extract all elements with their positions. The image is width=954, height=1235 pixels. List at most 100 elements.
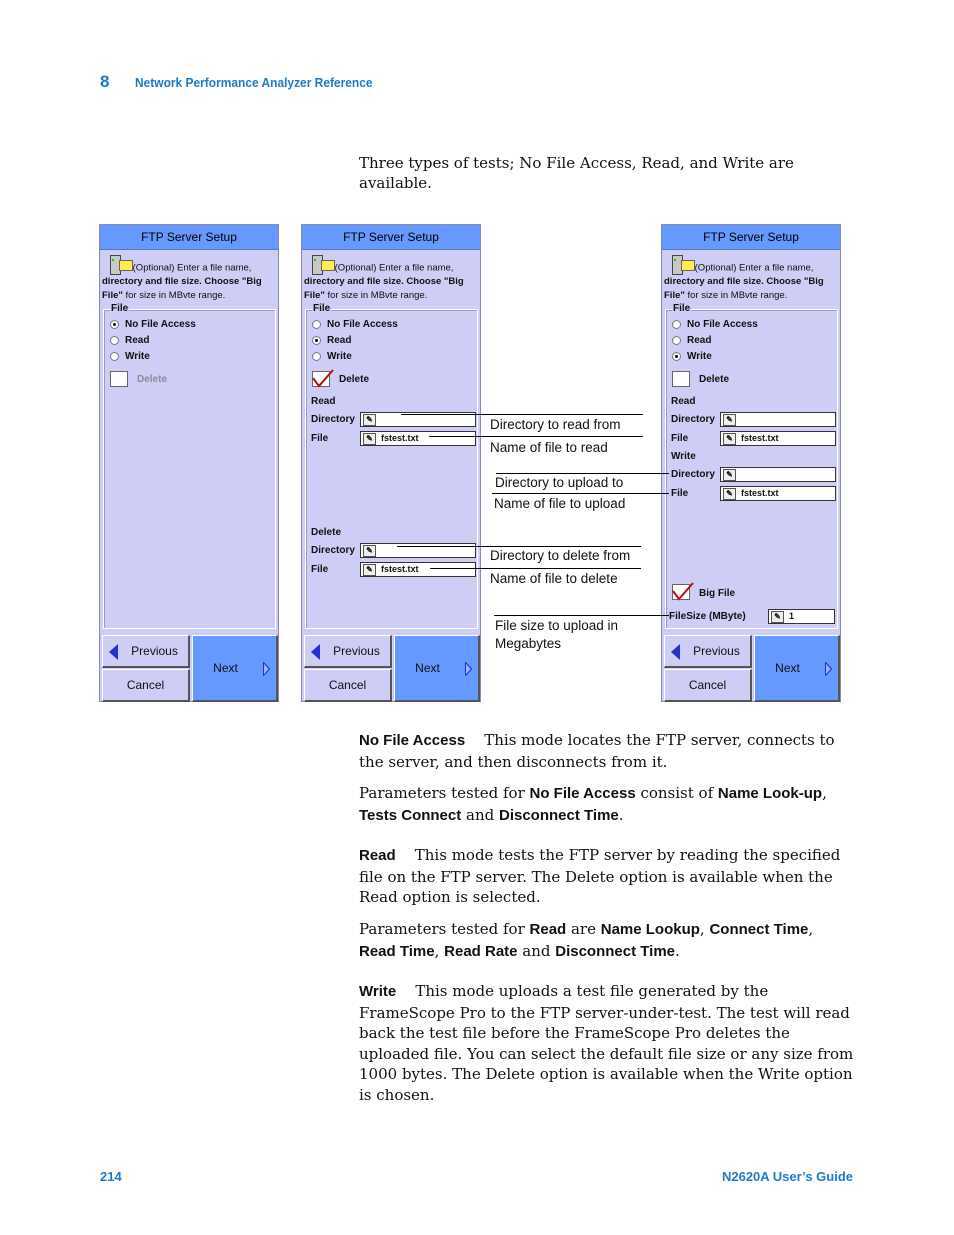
write-file-label: File	[671, 488, 689, 499]
intro-text: Three types of tests; No File Access, Re…	[359, 154, 794, 192]
file-group-label: File	[110, 303, 130, 314]
checkmark-icon	[312, 369, 334, 388]
radio-label: Read	[687, 335, 712, 346]
radio-write[interactable]	[672, 352, 681, 361]
screen-title: FTP Server Setup	[302, 225, 480, 250]
cancel-button[interactable]: Cancel	[102, 669, 190, 702]
callout-delete-directory: Directory to delete from	[490, 548, 631, 563]
callout-line	[401, 414, 643, 415]
write-directory-label: Directory	[671, 469, 715, 480]
previous-button[interactable]: Previous	[304, 635, 392, 668]
delete-checkbox[interactable]	[312, 369, 334, 388]
arrow-left-icon	[311, 644, 320, 660]
read-directory-input[interactable]: ✎	[720, 412, 836, 427]
cancel-button[interactable]: Cancel	[664, 669, 752, 702]
arrow-left-icon	[109, 644, 118, 660]
delete-checkbox[interactable]	[110, 371, 128, 387]
radio-label: Write	[687, 351, 712, 362]
arrow-right-icon	[825, 662, 832, 676]
screen-title: FTP Server Setup	[100, 225, 278, 250]
radio-label: No File Access	[327, 319, 398, 330]
chapter-title: Network Performance Analyzer Reference	[135, 75, 373, 90]
radio-read[interactable]	[672, 336, 681, 345]
server-folder-icon	[102, 253, 133, 275]
delete-file-input[interactable]: ✎ fstest.txt	[360, 562, 476, 577]
radio-write[interactable]	[110, 352, 119, 361]
delete-checkbox[interactable]	[672, 371, 690, 387]
delete-label: Delete	[137, 374, 168, 385]
edit-icon: ✎	[363, 414, 376, 426]
read-file-input[interactable]: ✎ fstest.txt	[720, 431, 836, 446]
radio-label: Read	[327, 335, 352, 346]
read-directory-label: Directory	[671, 414, 715, 425]
edit-icon: ✎	[363, 545, 376, 557]
edit-icon: ✎	[363, 564, 376, 576]
callout-filesize: File size to upload in Megabytes	[495, 618, 619, 651]
filesize-input[interactable]: ✎ 1	[768, 609, 835, 624]
read-file-label: File	[671, 433, 689, 444]
previous-button[interactable]: Previous	[102, 635, 190, 668]
radio-no-file-access[interactable]	[672, 320, 681, 329]
callout-line	[429, 436, 643, 437]
callout-line	[492, 493, 669, 494]
ftp-setup-screen-no-file-access: FTP Server Setup (Optional) Enter a file…	[99, 224, 279, 702]
big-file-checkbox[interactable]	[672, 582, 694, 601]
radio-no-file-access[interactable]	[110, 320, 119, 329]
edit-icon: ✎	[723, 469, 736, 481]
big-file-label: Big File	[699, 588, 736, 599]
callout-line	[430, 568, 641, 569]
read-file-input[interactable]: ✎ fstest.txt	[360, 431, 476, 446]
ftp-setup-screen-read: FTP Server Setup (Optional) Enter a file…	[301, 224, 481, 702]
arrow-right-icon	[263, 662, 270, 676]
edit-icon: ✎	[363, 433, 376, 445]
delete-file-label: File	[311, 564, 329, 575]
write-directory-input[interactable]: ✎	[720, 467, 836, 482]
read-section-label: Read	[311, 396, 336, 407]
write-file-input[interactable]: ✎ fstest.txt	[720, 486, 836, 501]
edit-icon: ✎	[723, 433, 736, 445]
read-params: Parameters tested for Read are Name Look…	[359, 920, 814, 960]
radio-label: No File Access	[125, 319, 196, 330]
callout-upload-file: Name of file to upload	[494, 496, 626, 511]
arrow-right-icon	[465, 662, 472, 676]
file-group: File No File Access Read Write Delete Re…	[305, 303, 478, 629]
radio-label: Read	[125, 335, 150, 346]
radio-label: Write	[125, 351, 150, 362]
file-group-label: File	[312, 303, 332, 314]
delete-directory-label: Directory	[311, 545, 355, 556]
edit-icon: ✎	[723, 488, 736, 500]
next-button[interactable]: Next	[192, 635, 278, 702]
checkmark-icon	[672, 582, 694, 601]
filesize-label: FileSize (MByte)	[669, 611, 746, 622]
callout-read-directory: Directory to read from	[490, 417, 621, 432]
edit-icon: ✎	[771, 611, 784, 623]
write-section-label: Write	[671, 451, 696, 462]
read-section-label: Read	[671, 396, 696, 407]
read-directory-label: Directory	[311, 414, 355, 425]
server-folder-icon	[664, 253, 695, 275]
radio-label: No File Access	[687, 319, 758, 330]
callout-upload-directory: Directory to upload to	[495, 475, 624, 490]
callout-delete-file: Name of file to delete	[490, 571, 618, 586]
screen-description: (Optional) Enter a file name, directory …	[102, 253, 278, 302]
next-button[interactable]: Next	[394, 635, 480, 702]
file-group: File No File Access Read Write Delete Re…	[665, 303, 838, 629]
radio-read[interactable]	[110, 336, 119, 345]
chapter-number: 8	[100, 72, 110, 91]
screen-title: FTP Server Setup	[662, 225, 840, 250]
file-group: File No File Access Read Write Delete	[103, 303, 276, 629]
previous-button[interactable]: Previous	[664, 635, 752, 668]
radio-write[interactable]	[312, 352, 321, 361]
no-file-access-paragraph: No File Access This mode locates the FTP…	[359, 731, 835, 771]
radio-read[interactable]	[312, 336, 321, 345]
next-button[interactable]: Next	[754, 635, 840, 702]
page-number: 214	[100, 1169, 122, 1184]
delete-label: Delete	[699, 374, 730, 385]
callout-read-file: Name of file to read	[490, 440, 608, 455]
server-folder-icon	[304, 253, 335, 275]
radio-no-file-access[interactable]	[312, 320, 321, 329]
guide-title: N2620A User’s Guide	[721, 1169, 853, 1184]
cancel-button[interactable]: Cancel	[304, 669, 392, 702]
arrow-left-icon	[671, 644, 680, 660]
no-file-access-params: Parameters tested for No File Access con…	[359, 784, 827, 824]
